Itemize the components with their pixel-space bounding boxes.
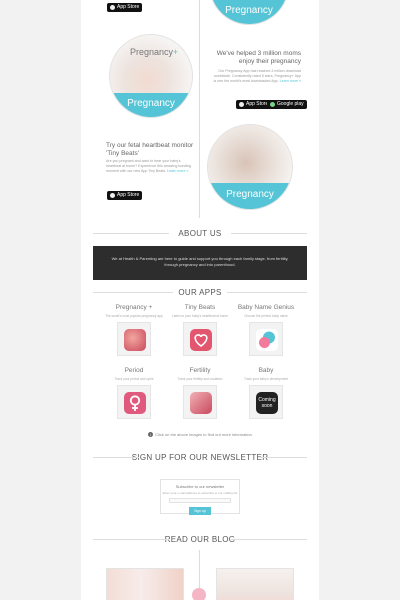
blog-title: READ OUR BLOG <box>81 535 319 544</box>
learn-more-link[interactable]: Learn more » <box>167 169 188 173</box>
pregnancy-band: Pregnancy <box>110 93 192 117</box>
app-store-button[interactable]: App Store <box>107 191 143 200</box>
pregnancy-band: Pregnancy <box>210 0 288 24</box>
app-card-baby[interactable]: Baby Track your baby's development Comin… <box>231 367 301 419</box>
learn-more-link[interactable]: Learn more » <box>280 79 301 83</box>
google-play-button[interactable]: Google play <box>267 100 307 109</box>
pregnancy-band: Pregnancy <box>208 183 292 209</box>
newsletter-title: SIGN UP FOR OUR NEWSLETTER <box>81 453 319 462</box>
pregnancy-plus-circle[interactable]: Pregnancy+ Pregnancy <box>109 34 193 118</box>
info-icon: i <box>148 432 154 438</box>
timeline-heading-2: Try our fetal heartbeat monitor 'Tiny Be… <box>106 142 194 157</box>
about-title: ABOUT US <box>81 229 319 238</box>
heart-icon <box>194 334 208 347</box>
app-card-period[interactable]: Period Track your period and cycle <box>99 367 169 419</box>
apps-title: OUR APPS <box>81 288 319 297</box>
app-card-pregnancy[interactable]: Pregnancy + The world's most popular pre… <box>99 304 169 356</box>
timeline-text-2: Are you pregnant and want to hear your b… <box>106 159 192 173</box>
timeline-line <box>199 0 200 218</box>
apple-icon <box>110 5 115 10</box>
google-play-icon <box>270 102 275 107</box>
bubbles-icon <box>259 331 275 348</box>
app-store-button[interactable]: App Store <box>236 100 272 109</box>
about-box: We at Health & Parenting are here to gui… <box>93 246 307 280</box>
baby-app-icon: Coming soon <box>256 392 278 414</box>
blog-date-badge <box>192 588 206 600</box>
female-symbol-icon <box>129 395 141 411</box>
blog-image-1[interactable] <box>106 568 184 600</box>
app-card-tiny-beats[interactable]: Tiny Beats Listen to your baby's heartbe… <box>165 304 235 356</box>
timeline-text-1: Our Pregnancy App has reached 3 million … <box>213 69 301 83</box>
baby-name-genius-app-icon <box>256 329 278 351</box>
app-card-fertility[interactable]: Fertility Track your fertility and ovula… <box>165 367 235 419</box>
email-field[interactable] <box>169 498 231 503</box>
tiny-beats-app-icon <box>190 329 212 351</box>
fertility-app-icon <box>190 392 212 414</box>
pregnancy-circle-top[interactable]: Pregnancy <box>209 0 289 25</box>
page: App Store Pregnancy Pregnancy+ Pregnancy… <box>81 0 319 600</box>
timeline-heading-1: We've helped 3 million moms enjoy their … <box>216 50 301 65</box>
pregnancy-plus-logo: Pregnancy+ <box>130 47 179 57</box>
apple-icon <box>239 102 244 107</box>
blog-image-2[interactable] <box>216 568 294 600</box>
app-card-baby-name-genius[interactable]: Baby Name Genius Choose the perfect baby… <box>231 304 301 356</box>
pregnancy-circle-mother[interactable]: Pregnancy <box>207 124 293 210</box>
apps-note: i Click on the above images to find out m… <box>81 432 319 438</box>
period-app-icon <box>124 392 146 414</box>
newsletter-box: Subscribe to our newsletter Enter your e… <box>160 479 240 515</box>
sign-up-button[interactable]: Sign up <box>189 507 211 515</box>
pregnancy-app-icon <box>124 329 146 351</box>
app-store-button[interactable]: App Store <box>107 3 143 12</box>
apple-icon <box>110 193 115 198</box>
